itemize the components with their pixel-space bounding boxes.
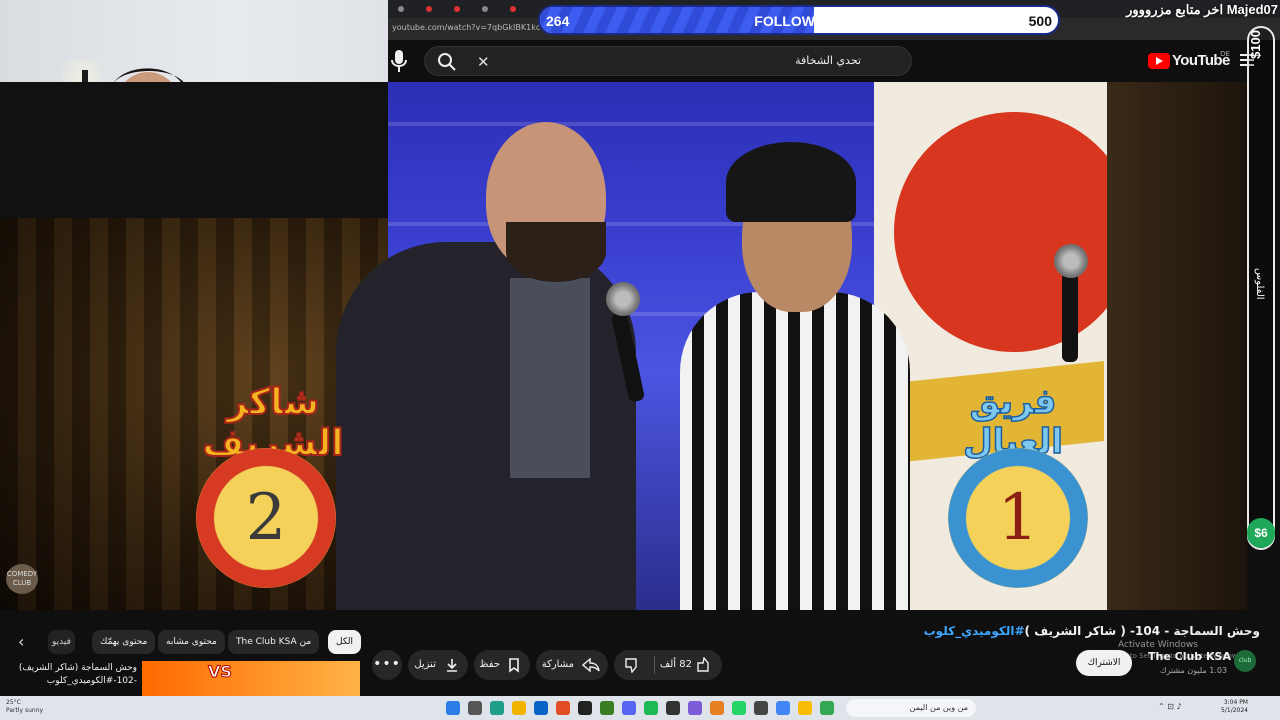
tab-favicon[interactable]: [482, 6, 488, 12]
share-button[interactable]: مشاركة: [536, 650, 608, 680]
share-icon: [582, 657, 600, 673]
spotify-icon[interactable]: [644, 701, 658, 715]
taskbar-clock[interactable]: 3:04 PM 5/1/2024: [1208, 699, 1248, 715]
search-box[interactable]: ✕ تحدي الشخافة: [424, 46, 912, 76]
windows-taskbar: 25°C Partly sunny من وين من اليمن ⌃ ⊡ ♪ …: [0, 696, 1280, 720]
donation-current-amount: $6: [1247, 518, 1275, 548]
tab-favicon[interactable]: [454, 6, 460, 12]
followers-goal: 500: [1028, 13, 1052, 29]
like-count[interactable]: 82 ألف: [660, 650, 692, 680]
task-view-icon[interactable]: [468, 701, 482, 715]
more-actions-button[interactable]: •••: [372, 650, 402, 680]
search-icon[interactable]: [437, 52, 457, 72]
channel-name[interactable]: The Club KSA: [1148, 650, 1231, 663]
taskbar-search[interactable]: من وين من اليمن: [846, 699, 976, 717]
weather-temperature: 25°C: [6, 699, 21, 706]
related-video-thumbnail[interactable]: VS: [142, 661, 360, 696]
app-icon[interactable]: [710, 701, 724, 715]
latest-follower: اخر متابع مزرووور Majed07: [1126, 2, 1278, 17]
discord-icon[interactable]: [622, 701, 636, 715]
chrome-icon[interactable]: [798, 701, 812, 715]
save-label: حفظ: [479, 659, 500, 670]
video-player[interactable]: شاكر الشريف فريق العيال 2 1 COMEDY CLUB: [0, 82, 1107, 610]
brave-icon[interactable]: [556, 701, 570, 715]
weather-widget[interactable]: 25°C Partly sunny: [6, 699, 43, 715]
file-explorer-icon[interactable]: [512, 701, 526, 715]
youtube-header: ✕ تحدي الشخافة YouTube DE: [388, 40, 1280, 82]
chip-from-channel[interactable]: من The Club KSA: [228, 630, 320, 654]
minecraft-icon[interactable]: [600, 701, 614, 715]
save-icon: [509, 658, 519, 673]
like-divider: [654, 656, 655, 674]
like-icon[interactable]: [696, 657, 714, 673]
host-body: [336, 242, 636, 610]
obs-icon[interactable]: [578, 701, 592, 715]
chevron-left-icon[interactable]: ‹: [18, 632, 24, 651]
contestant-microphone-head: [1054, 244, 1088, 278]
referee-headband: [726, 142, 856, 222]
channel-watermark: COMEDY CLUB: [6, 564, 38, 594]
edge-icon[interactable]: [490, 701, 504, 715]
search-input[interactable]: تحدي الشخافة: [795, 54, 861, 67]
donation-goal-label: الفلوس: [1254, 268, 1265, 300]
video-hashtag[interactable]: #الكوميدي_كلوب: [924, 624, 1025, 638]
channel-avatar[interactable]: club: [1234, 650, 1256, 672]
chip-video[interactable]: فيديو: [48, 630, 75, 654]
host-beard: [506, 222, 606, 282]
clock-time: 3:04 PM: [1223, 699, 1248, 706]
clear-search-icon[interactable]: ✕: [477, 53, 490, 71]
followers-label: FOLLOWERS: [754, 13, 844, 29]
followers-goal-bar: 264 FOLLOWERS 500: [538, 5, 1060, 35]
sidebar-shadow: [1107, 82, 1247, 610]
video-title: وحش السماجة - 104- ( شاكر الشريف )#الكوم…: [924, 624, 1260, 638]
youtube-play-icon: [1148, 53, 1170, 69]
system-tray-icons[interactable]: ⌃ ⊡ ♪: [1158, 702, 1182, 711]
channel-subscriber-count: 1.03 مليون مشترك: [1160, 666, 1228, 675]
activate-windows-title: Activate Windows: [1118, 640, 1198, 650]
share-label: مشاركة: [541, 659, 574, 670]
host-microphone-head: [606, 282, 640, 316]
save-button[interactable]: حفظ: [474, 650, 530, 680]
video-title-text: وحش السماجة - 104- ( شاكر الشريف ): [1024, 624, 1260, 638]
youtube-logo[interactable]: YouTube: [1148, 52, 1230, 70]
region-code: DE: [1220, 50, 1230, 58]
left-score-badge: 2: [196, 448, 336, 588]
thumbnail-vs-text: VS: [208, 662, 233, 682]
url-text: youtube.com/watch?v=7qbGkIBK1kc: [392, 23, 541, 32]
whatsapp-icon[interactable]: [732, 701, 746, 715]
host-shirt: [510, 278, 590, 478]
clock-date: 5/1/2024: [1221, 707, 1248, 714]
contestant-microphone: [1062, 272, 1078, 362]
weather-description: Partly sunny: [6, 707, 44, 714]
related-video-title[interactable]: وحش السماجة (شاكر الشريف) -102-#الكوميدي…: [2, 662, 137, 688]
download-icon: [447, 659, 457, 672]
subscribe-button[interactable]: الاشتراك: [1076, 650, 1132, 676]
app-icon[interactable]: [754, 701, 768, 715]
chrome-icon[interactable]: [820, 701, 834, 715]
right-score-badge: 1: [948, 448, 1088, 588]
referee-body: [680, 292, 910, 610]
start-icon[interactable]: [446, 701, 460, 715]
like-dislike-group: 82 ألف: [614, 650, 722, 680]
download-label: تنزيل: [414, 659, 436, 670]
store-icon[interactable]: [534, 701, 548, 715]
chip-related[interactable]: محتوى مشابه: [158, 630, 225, 654]
screen: youtube.com/watch?v=7qbGkIBK1kc ✕ تحدي ا…: [0, 0, 1280, 720]
dislike-icon[interactable]: [624, 657, 642, 673]
donation-goal-amount: $100: [1248, 30, 1263, 59]
chrome-icon[interactable]: [776, 701, 790, 715]
microphone-icon[interactable]: [388, 44, 410, 76]
stage-light-strip: [388, 122, 874, 126]
twitch-icon[interactable]: [688, 701, 702, 715]
tab-favicon[interactable]: [398, 6, 404, 12]
chip-all[interactable]: الكل: [328, 630, 362, 654]
download-button[interactable]: تنزيل: [408, 650, 468, 680]
below-video-area: ‹ فيديو محتوى يهمّك محتوى مشابه من The C…: [0, 610, 1280, 696]
tab-favicon[interactable]: [426, 6, 432, 12]
app-icon[interactable]: [666, 701, 680, 715]
chip-for-you[interactable]: محتوى يهمّك: [92, 630, 156, 654]
tab-favicon[interactable]: [510, 6, 516, 12]
